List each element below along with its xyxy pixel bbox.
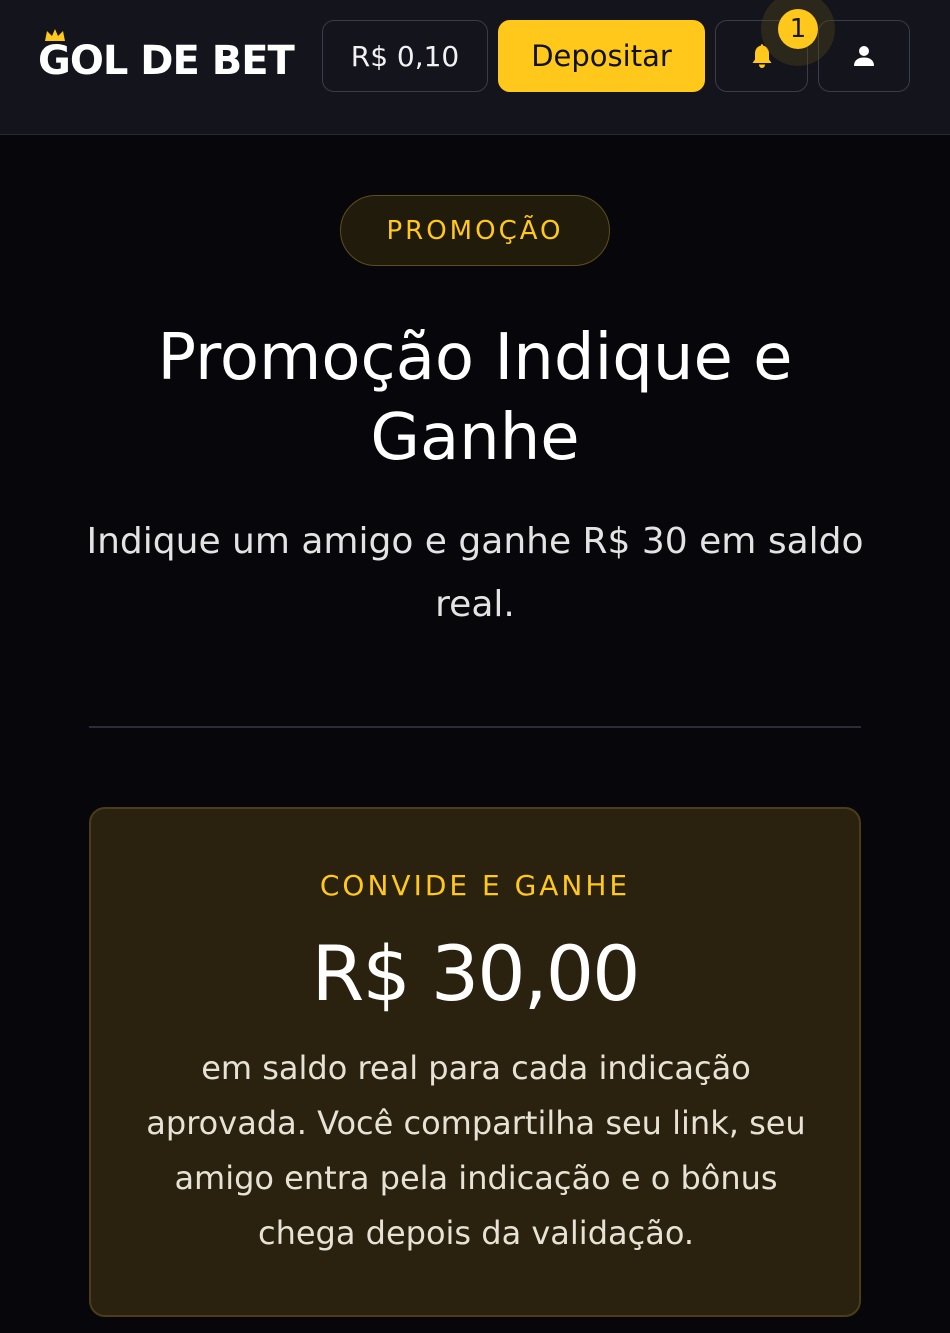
promo-tag: PROMOÇÃO <box>340 195 610 266</box>
card-eyebrow: CONVIDE E GANHE <box>319 869 631 902</box>
notification-count-badge: 1 <box>778 9 818 49</box>
deposit-button-label: Depositar <box>531 39 672 73</box>
balance-display[interactable]: R$ 0,10 <box>322 20 488 92</box>
section-divider <box>89 726 861 728</box>
referral-reward-card: CONVIDE E GANHE R$ 30,00 em saldo real p… <box>89 807 861 1317</box>
brand-logo[interactable]: GOL DE BET <box>38 29 295 86</box>
page-subtitle: Indique um amigo e ganhe R$ 30 em saldo … <box>86 521 864 625</box>
top-bar: GOL DE BET R$ 0,10 Depositar 1 <box>0 0 950 135</box>
deposit-button[interactable]: Depositar <box>498 20 705 92</box>
crown-icon <box>45 29 65 41</box>
balance-value: R$ 0,10 <box>350 39 460 73</box>
reward-description: em saldo real para cada indicação aprova… <box>146 1049 806 1252</box>
reward-amount: R$ 30,00 <box>311 929 641 1018</box>
logo-text: GOL DE BET <box>38 38 295 84</box>
page-title: Promoção Indique e Ganhe <box>157 321 793 475</box>
user-icon <box>854 46 874 66</box>
